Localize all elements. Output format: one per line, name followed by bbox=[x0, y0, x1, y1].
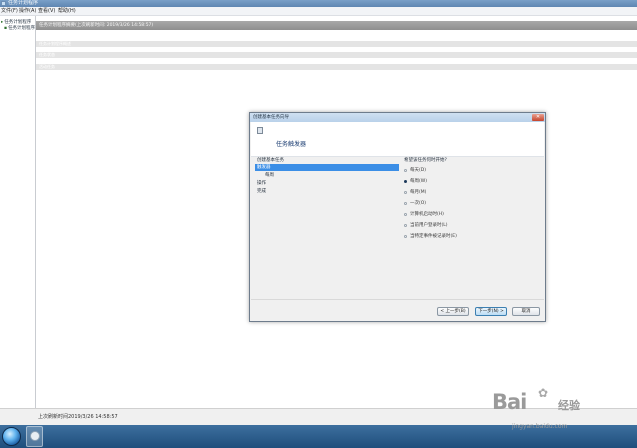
back-button[interactable]: < 上一步(B) bbox=[437, 307, 469, 316]
menu-help[interactable]: 帮助(H) bbox=[58, 7, 76, 16]
step-action[interactable]: 操作 bbox=[255, 180, 399, 187]
step-weekly[interactable]: 每周 bbox=[255, 172, 399, 179]
step-trigger[interactable]: 触发器 bbox=[255, 164, 399, 171]
radio-once[interactable] bbox=[404, 202, 407, 205]
taskbar-app-button[interactable] bbox=[26, 426, 43, 447]
close-icon[interactable]: ✕ bbox=[532, 114, 544, 121]
option-on-event[interactable]: 当特定事件被记录时(E) bbox=[404, 233, 544, 240]
summary-header: 任务计划程序摘要(上次刷新时间: 2019/3/26 14:58:57) bbox=[36, 21, 637, 30]
radio-monthly[interactable] bbox=[404, 191, 407, 194]
watermark-url: jingyan.baidu.com bbox=[512, 423, 568, 430]
menu-action[interactable]: 操作(A) bbox=[19, 7, 36, 16]
wizard-steps: 创建基本任务 触发器 每周 操作 完成 bbox=[255, 157, 401, 297]
radio-daily[interactable] bbox=[404, 169, 407, 172]
option-weekly[interactable]: 每周(W) bbox=[404, 178, 544, 185]
dialog-footer: < 上一步(B) 下一步(N) > 取消 bbox=[251, 299, 544, 322]
radio-on-event[interactable] bbox=[404, 235, 407, 238]
calendar-icon bbox=[257, 127, 263, 134]
folder-icon: ▪ bbox=[4, 26, 8, 31]
clock-icon bbox=[30, 431, 40, 441]
create-basic-task-dialog: 创建基本任务向导 ✕ 任务触发器 创建基本任务 触发器 每周 操作 完成 希望该… bbox=[249, 112, 546, 322]
next-button[interactable]: 下一步(N) > bbox=[475, 307, 507, 316]
radio-weekly[interactable] bbox=[404, 180, 407, 183]
start-button[interactable] bbox=[2, 427, 21, 446]
option-daily[interactable]: 每天(D) bbox=[404, 167, 544, 174]
last-refresh-text: 上次刷新时间2019/3/26 14:58:57 bbox=[38, 414, 118, 420]
paw-icon: ✿ bbox=[538, 386, 549, 400]
baidu-watermark: Bai ✿ 经验 jingyan.baidu.com bbox=[492, 386, 608, 438]
window-title: 任务计划程序 bbox=[8, 0, 39, 6]
app-icon bbox=[1, 1, 6, 6]
section-task-status[interactable]: 任务状态 bbox=[36, 52, 637, 58]
dialog-heading: 任务触发器 bbox=[276, 141, 307, 148]
dialog-title-bar: 创建基本任务向导 ✕ bbox=[250, 113, 545, 122]
title-bar: 任务计划程序 bbox=[0, 0, 637, 7]
menu-view[interactable]: 查看(V) bbox=[38, 7, 55, 16]
tree-item-library[interactable]: ▪任务计划程序 bbox=[4, 26, 35, 32]
option-once[interactable]: 一次(O) bbox=[404, 200, 544, 207]
radio-at-logon[interactable] bbox=[404, 224, 407, 227]
step-create-task[interactable]: 创建基本任务 bbox=[255, 157, 399, 164]
section-overview[interactable]: 任务计划程序概述 bbox=[36, 41, 637, 47]
cancel-button[interactable]: 取消 bbox=[512, 307, 540, 316]
option-at-logon[interactable]: 当前用户登录时(L) bbox=[404, 222, 544, 229]
expand-icon: ▸ bbox=[1, 20, 4, 25]
dialog-header: 任务触发器 bbox=[251, 122, 544, 157]
section-active-tasks[interactable]: 活动任务 bbox=[36, 64, 637, 70]
dialog-title: 创建基本任务向导 bbox=[253, 115, 289, 120]
option-monthly[interactable]: 每月(M) bbox=[404, 189, 544, 196]
navigation-tree: ▸任务计划程序 ▪任务计划程序 bbox=[0, 16, 36, 408]
watermark-logo-cn: 经验 bbox=[558, 399, 580, 412]
menu-bar: 文件(F) 操作(A) 查看(V) 帮助(H) bbox=[0, 7, 637, 16]
step-finish[interactable]: 完成 bbox=[255, 188, 399, 195]
trigger-question: 希望该任务何时开始? bbox=[404, 158, 447, 163]
watermark-logo: Bai bbox=[492, 390, 527, 414]
radio-at-startup[interactable] bbox=[404, 213, 407, 216]
option-at-startup[interactable]: 计算机启动时(H) bbox=[404, 211, 544, 218]
menu-file[interactable]: 文件(F) bbox=[1, 7, 18, 16]
